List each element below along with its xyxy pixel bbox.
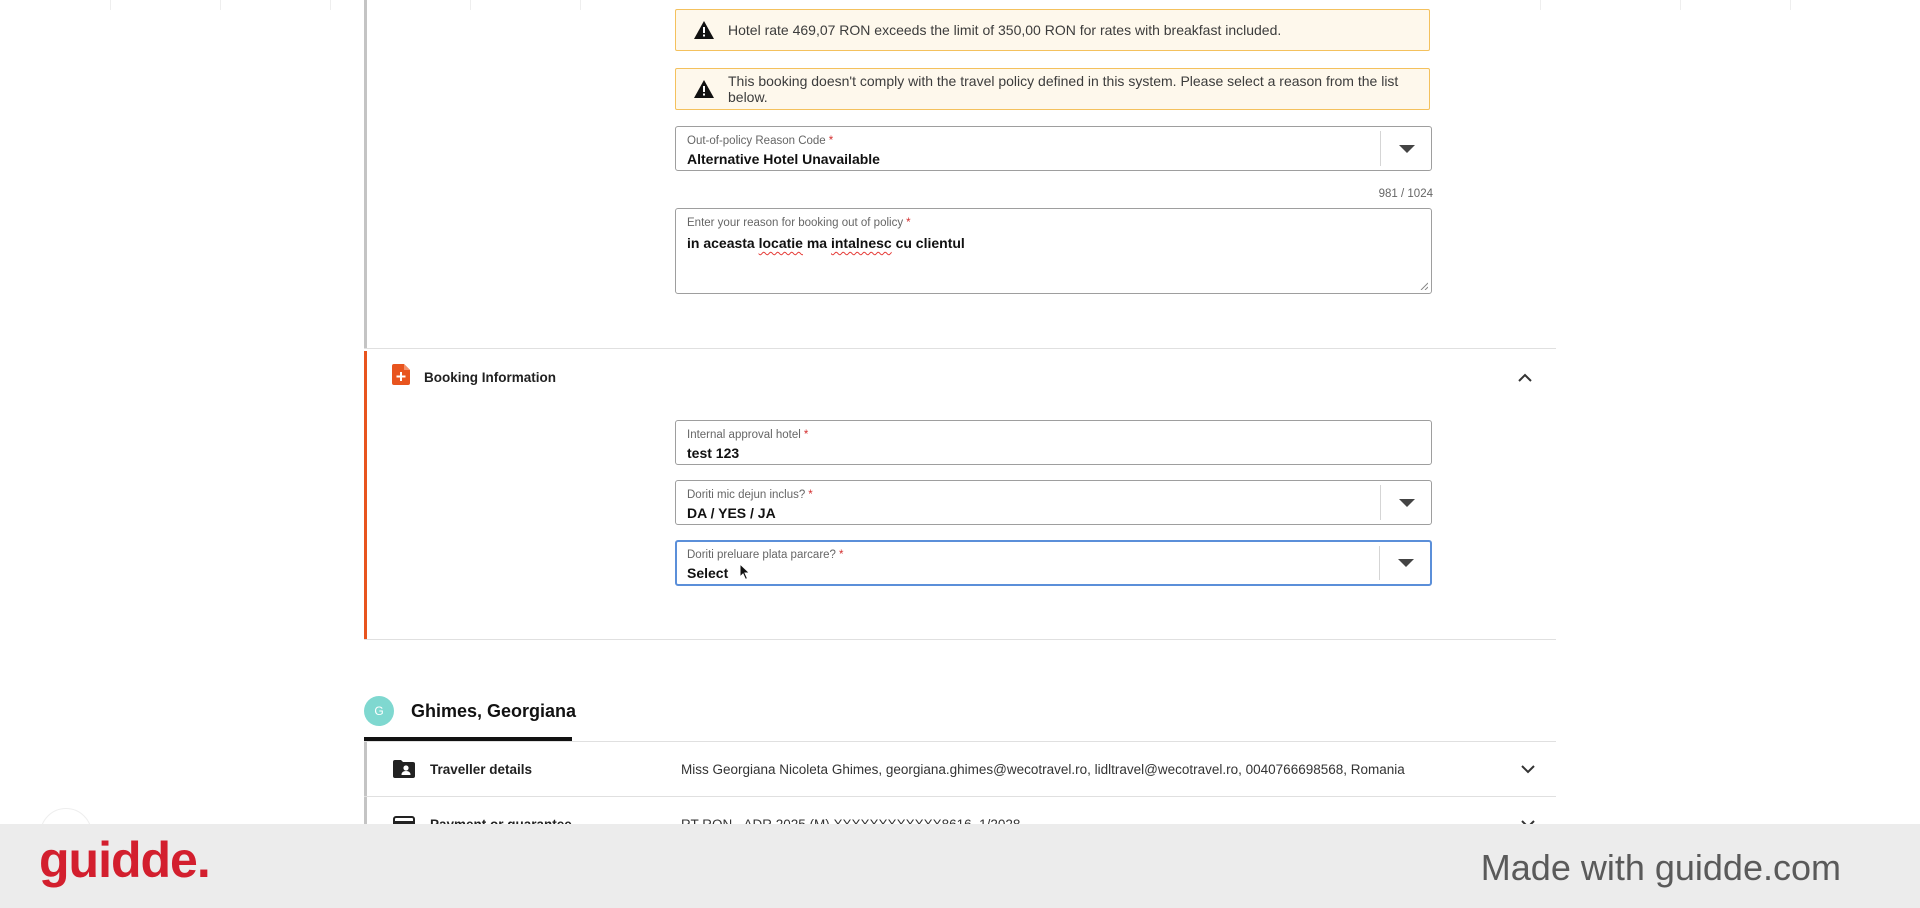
parking-payment-select[interactable]: Doriti preluare plata parcare? * Select	[675, 540, 1432, 586]
parking-label: Doriti preluare plata parcare? *	[687, 549, 844, 561]
avatar: G	[364, 696, 394, 726]
person-folder-icon	[393, 760, 415, 778]
traveller-details-title: Traveller details	[430, 762, 533, 777]
booking-section-header: Booking Information	[392, 364, 556, 390]
collapse-booking-button[interactable]	[1514, 366, 1536, 388]
alert-text: Hotel rate 469,07 RON exceeds the limit …	[728, 22, 1282, 38]
approval-value: test 123	[687, 445, 740, 461]
character-counter: 981 / 1024	[1378, 188, 1433, 200]
resize-handle-icon[interactable]	[1420, 282, 1428, 290]
chevron-down-icon[interactable]	[1398, 559, 1414, 567]
policy-compliance-alert: This booking doesn't comply with the tra…	[675, 68, 1430, 110]
booking-section-divider	[364, 639, 1556, 640]
parking-value: Select	[687, 565, 729, 581]
expand-traveller-details-button[interactable]	[1517, 758, 1539, 780]
chevron-up-icon	[1518, 373, 1532, 382]
traveller-details-value: Miss Georgiana Nicoleta Ghimes, georgian…	[681, 762, 1405, 777]
document-plus-icon	[392, 364, 410, 390]
chevron-down-icon[interactable]	[1399, 144, 1415, 153]
breakfast-select[interactable]: Doriti mic dejun inclus? * DA / YES / JA	[675, 480, 1432, 525]
made-with-text: Made with guidde.com	[1480, 847, 1841, 888]
warning-icon	[693, 79, 715, 99]
chevron-down-icon[interactable]	[1399, 498, 1415, 507]
breakfast-value: DA / YES / JA	[687, 505, 776, 521]
reason-text-label: Enter your reason for booking out of pol…	[687, 217, 911, 229]
alert-text: This booking doesn't comply with the tra…	[728, 73, 1399, 105]
booking-section-title: Booking Information	[424, 369, 556, 385]
booking-section-accent	[364, 351, 367, 640]
breakfast-label: Doriti mic dejun inclus? *	[687, 489, 813, 501]
traveller-name[interactable]: Ghimes, Georgiana	[411, 701, 576, 722]
rate-limit-alert: Hotel rate 469,07 RON exceeds the limit …	[675, 9, 1430, 51]
reason-text-value: in aceasta locatie ma intalnesc cu clien…	[687, 235, 965, 251]
warning-icon	[693, 20, 715, 40]
approval-label: Internal approval hotel *	[687, 429, 809, 441]
guidde-logo: guidde.	[39, 832, 211, 888]
policy-card-rule	[364, 0, 367, 348]
reason-code-value: Alternative Hotel Unavailable	[687, 151, 880, 167]
chevron-down-icon	[1521, 764, 1535, 773]
reason-code-label: Out-of-policy Reason Code *	[687, 135, 834, 147]
traveller-details-row[interactable]: Traveller details Miss Georgiana Nicolet…	[364, 742, 1556, 796]
mouse-cursor-icon	[739, 563, 751, 581]
policy-card-divider	[364, 348, 1556, 349]
reason-textarea[interactable]: Enter your reason for booking out of pol…	[675, 208, 1432, 294]
reason-code-select[interactable]: Out-of-policy Reason Code * Alternative H…	[675, 126, 1432, 171]
internal-approval-field[interactable]: Internal approval hotel * test 123	[675, 420, 1432, 465]
